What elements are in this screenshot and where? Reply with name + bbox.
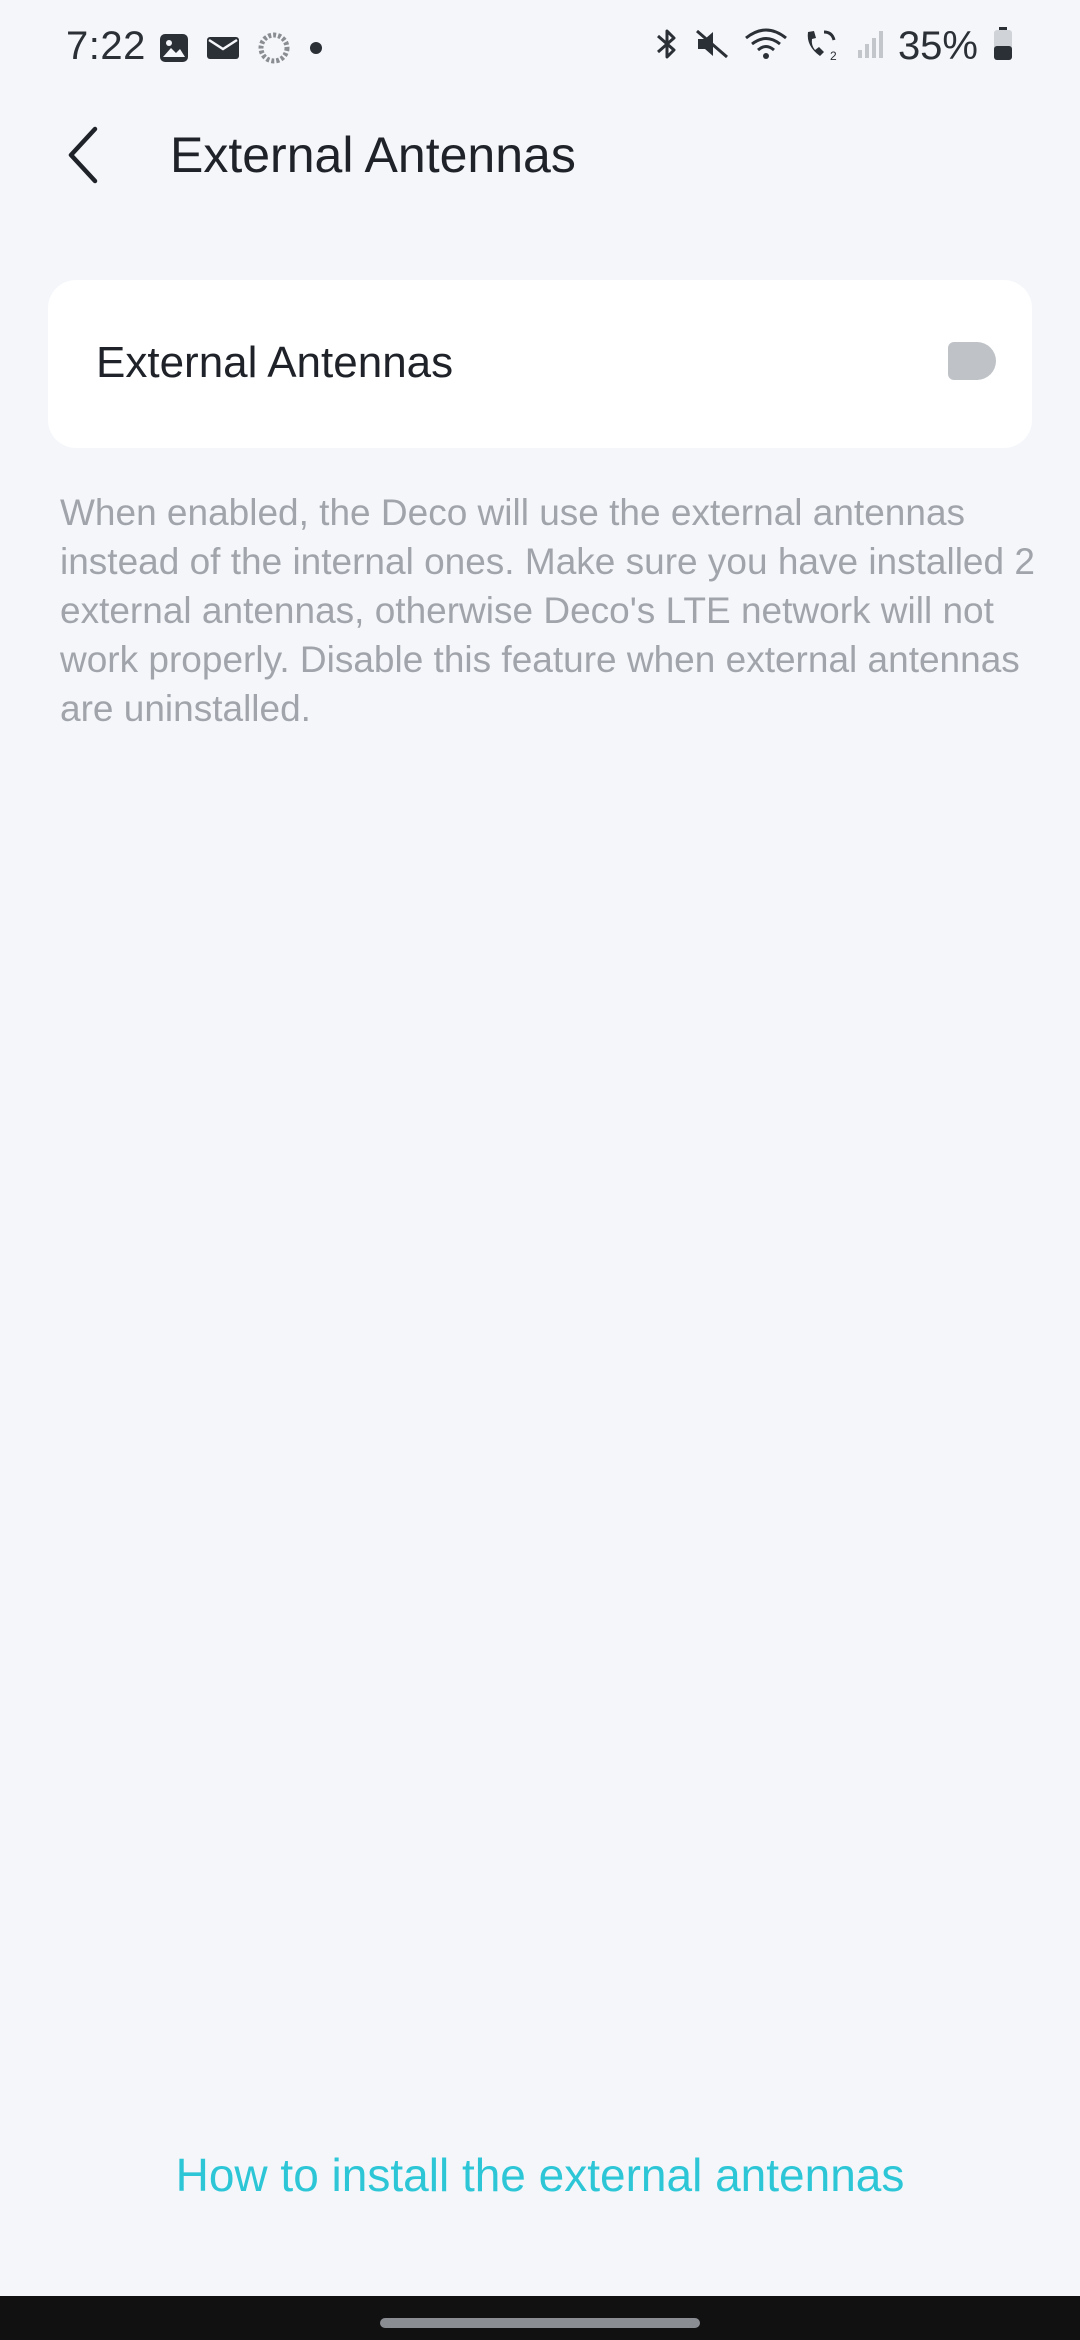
external-antennas-toggle[interactable] bbox=[908, 332, 1004, 390]
battery-icon bbox=[992, 26, 1014, 67]
feature-description: When enabled, the Deco will use the exte… bbox=[60, 492, 1035, 729]
sync-icon bbox=[256, 30, 292, 71]
back-button[interactable] bbox=[40, 114, 126, 200]
gallery-icon bbox=[158, 32, 190, 69]
external-antennas-card: External Antennas bbox=[48, 280, 1032, 448]
status-time: 7:22 bbox=[66, 24, 146, 68]
wifi-calling-icon: 2 bbox=[802, 26, 842, 67]
status-system-icons: 2 35% bbox=[654, 24, 1014, 69]
bluetooth-icon bbox=[654, 26, 680, 67]
system-nav-bar bbox=[0, 2296, 1080, 2340]
mute-icon bbox=[694, 26, 730, 67]
mail-icon bbox=[206, 34, 240, 67]
svg-text:2: 2 bbox=[830, 49, 837, 62]
signal-icon bbox=[856, 28, 884, 65]
home-indicator[interactable] bbox=[380, 2318, 700, 2328]
wifi-icon bbox=[744, 26, 788, 67]
dot-icon bbox=[308, 40, 324, 61]
chevron-left-icon bbox=[63, 125, 103, 190]
status-notification-icons bbox=[158, 30, 324, 71]
external-antennas-label: External Antennas bbox=[96, 338, 454, 387]
toggle-thumb bbox=[948, 342, 996, 380]
install-guide-link[interactable]: How to install the external antennas bbox=[0, 2148, 1080, 2202]
page-title: External Antennas bbox=[170, 127, 576, 183]
status-bar: 7:22 2 35% bbox=[0, 0, 1080, 96]
app-header: External Antennas bbox=[0, 96, 1080, 216]
battery-percentage: 35% bbox=[897, 24, 978, 68]
